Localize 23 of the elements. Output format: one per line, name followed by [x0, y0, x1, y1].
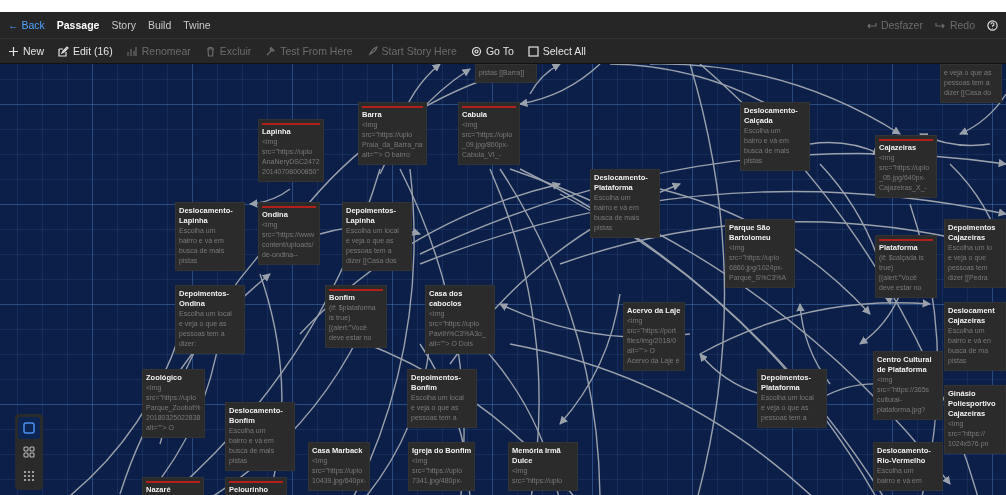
- zoom-button[interactable]: [18, 417, 40, 439]
- plus-icon: [8, 45, 19, 57]
- menu-tab[interactable]: Passage: [56, 19, 100, 31]
- trash-icon: [204, 45, 216, 57]
- dot-grid-icon: [23, 470, 35, 482]
- redo-icon: [934, 20, 946, 30]
- back-link[interactable]: ← Back: [8, 19, 45, 31]
- undo-icon: [865, 20, 877, 30]
- toolbar-button[interactable]: New: [8, 45, 44, 57]
- toolbar-button[interactable]: Edit (16): [58, 45, 113, 57]
- pencil-icon: [58, 45, 69, 57]
- wrench-icon: [265, 45, 277, 57]
- checkbox-icon: [527, 45, 539, 57]
- menu-tab[interactable]: Story: [111, 19, 136, 31]
- bars-icon: [126, 45, 138, 57]
- toolbar-button[interactable]: Go To: [470, 45, 514, 57]
- help-icon[interactable]: [987, 19, 998, 31]
- menu-tab[interactable]: Build: [147, 19, 172, 31]
- menu-tab[interactable]: Twine: [183, 19, 211, 31]
- square-icon: [23, 422, 35, 434]
- target-icon: [470, 45, 482, 57]
- four-squares-icon: [23, 446, 35, 458]
- toolbar-button[interactable]: Select All: [527, 45, 586, 57]
